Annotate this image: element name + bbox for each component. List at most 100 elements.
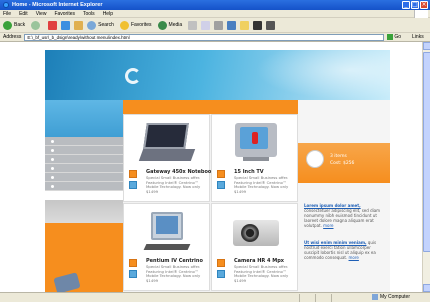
cart-icon[interactable] xyxy=(217,259,225,267)
close-button[interactable]: × xyxy=(420,1,428,9)
bullet-icon xyxy=(51,157,54,161)
stop-icon[interactable] xyxy=(48,20,58,30)
ie-logo-icon xyxy=(3,2,9,8)
right-column: 3 items Cost: $256 Lorem ipsum dolor ame… xyxy=(298,100,390,292)
bullet-icon xyxy=(51,175,54,179)
side-menu-item[interactable] xyxy=(45,155,123,164)
news-item: Lorem ipsum dolor amet, consectetuer adi… xyxy=(304,203,386,228)
folder-icon[interactable] xyxy=(240,20,250,30)
security-zone: My Computer xyxy=(371,294,410,300)
windows-logo-icon xyxy=(414,10,428,18)
product-card[interactable]: Camera HR 4 Mpx Special Small Business o… xyxy=(211,203,298,291)
product-column: Gateway 450x Notebook Special Small Busi… xyxy=(123,100,298,292)
bullet-icon xyxy=(51,184,54,188)
side-menu-item[interactable] xyxy=(45,164,123,173)
shopping-cart-icon[interactable] xyxy=(306,150,324,168)
media-icon xyxy=(157,20,167,30)
menu-edit[interactable]: Edit xyxy=(19,11,28,17)
page-content: Gateway 450x Notebook Special Small Busi… xyxy=(0,42,422,292)
side-menu-item[interactable] xyxy=(45,182,123,191)
back-button[interactable]: Back xyxy=(3,20,26,30)
home-icon[interactable] xyxy=(74,20,84,30)
cart-icon[interactable] xyxy=(217,170,225,178)
minimize-button[interactable]: _ xyxy=(402,1,410,9)
forward-button[interactable] xyxy=(31,20,42,30)
cart-items: 3 items xyxy=(330,154,347,159)
product-card[interactable]: Pentium IV Centrino Special Small Busine… xyxy=(123,203,210,291)
maximize-button[interactable]: □ xyxy=(411,1,419,9)
side-menu-item[interactable] xyxy=(45,173,123,182)
cart-icon[interactable] xyxy=(129,259,137,267)
camera-image xyxy=(227,212,282,252)
back-label: Back xyxy=(14,22,26,28)
news-body: consectetuer adipiscing elit, sed diam n… xyxy=(304,208,381,228)
left-column xyxy=(45,100,123,292)
bullet-icon xyxy=(51,148,54,152)
scroll-up-arrow-icon[interactable] xyxy=(423,42,430,50)
media-button[interactable]: Media xyxy=(157,20,183,30)
print-icon[interactable] xyxy=(214,20,224,30)
website: Gateway 450x Notebook Special Small Busi… xyxy=(45,50,390,292)
menu-help[interactable]: Help xyxy=(103,11,113,17)
refresh-icon[interactable] xyxy=(61,20,71,30)
search-icon xyxy=(87,20,97,30)
go-button[interactable]: Go xyxy=(387,34,404,40)
address-label: Address xyxy=(3,34,22,40)
window-title: Home - Microsoft Internet Explorer xyxy=(12,2,103,8)
favorites-button[interactable]: Favorites xyxy=(119,20,152,30)
info-icon[interactable] xyxy=(217,270,225,278)
go-arrow-icon xyxy=(387,34,394,40)
cart-cost: Cost: $256 xyxy=(330,161,355,166)
favorites-label: Favorites xyxy=(130,22,152,28)
product-card[interactable]: 15 Inch TV Special Small Business offer.… xyxy=(211,114,298,202)
info-icon[interactable] xyxy=(129,181,137,189)
mail-icon[interactable] xyxy=(201,20,211,30)
address-bar: Address E:\_bf_usr\_b_dsign\ready\withou… xyxy=(0,33,430,42)
scroll-thumb[interactable] xyxy=(423,52,430,252)
forward-arrow-icon xyxy=(31,20,41,30)
search-button[interactable]: Search xyxy=(87,20,114,30)
scroll-down-arrow-icon[interactable] xyxy=(423,284,430,292)
side-menu xyxy=(45,137,123,191)
info-icon[interactable] xyxy=(217,181,225,189)
toolbar: Back Search Favorites Media xyxy=(0,18,430,33)
menu-bar: File Edit View Favorites Tools Help xyxy=(0,10,430,18)
history-icon[interactable] xyxy=(188,20,198,30)
menu-view[interactable]: View xyxy=(36,11,47,17)
side-menu-item[interactable] xyxy=(45,137,123,146)
search-label: Search xyxy=(98,22,114,28)
vertical-scrollbar[interactable] xyxy=(422,42,430,292)
menu-file[interactable]: File xyxy=(3,11,11,17)
site-header xyxy=(45,50,390,100)
status-pane xyxy=(316,293,332,302)
messenger-icon[interactable] xyxy=(253,20,263,30)
back-arrow-icon xyxy=(3,20,12,30)
links-button[interactable]: Links xyxy=(412,34,424,40)
product-card[interactable]: Gateway 450x Notebook Special Small Busi… xyxy=(123,114,215,202)
star-icon xyxy=(119,20,129,30)
more-link[interactable]: more xyxy=(349,255,359,260)
edit-icon[interactable] xyxy=(227,20,237,30)
media-label: Media xyxy=(168,22,183,28)
bullet-icon xyxy=(51,166,54,170)
url-input[interactable]: E:\_bf_usr\_b_dsign\ready\without menu\i… xyxy=(24,33,385,41)
toolbar-extra-icon[interactable] xyxy=(266,20,276,30)
title-bar: Home - Microsoft Internet Explorer _ □ × xyxy=(0,0,430,10)
status-pane xyxy=(0,293,300,302)
go-label: Go xyxy=(394,34,402,40)
menu-favorites[interactable]: Favorites xyxy=(54,11,75,17)
left-gray-band xyxy=(45,200,123,224)
computer-icon xyxy=(371,294,378,300)
product-description: Special Small Business offer. Featuring … xyxy=(234,175,289,194)
product-description: Special Small Business offer. Featuring … xyxy=(234,264,289,283)
cart-icon[interactable] xyxy=(129,170,137,178)
status-bar: My Computer xyxy=(0,292,430,302)
header-glow xyxy=(255,50,390,100)
more-link[interactable]: more xyxy=(323,223,333,228)
tv-image xyxy=(227,123,282,163)
zone-label: My Computer xyxy=(379,294,410,300)
info-icon[interactable] xyxy=(129,270,137,278)
menu-tools[interactable]: Tools xyxy=(83,11,95,17)
side-menu-item[interactable] xyxy=(45,146,123,155)
orange-strip xyxy=(123,100,298,114)
